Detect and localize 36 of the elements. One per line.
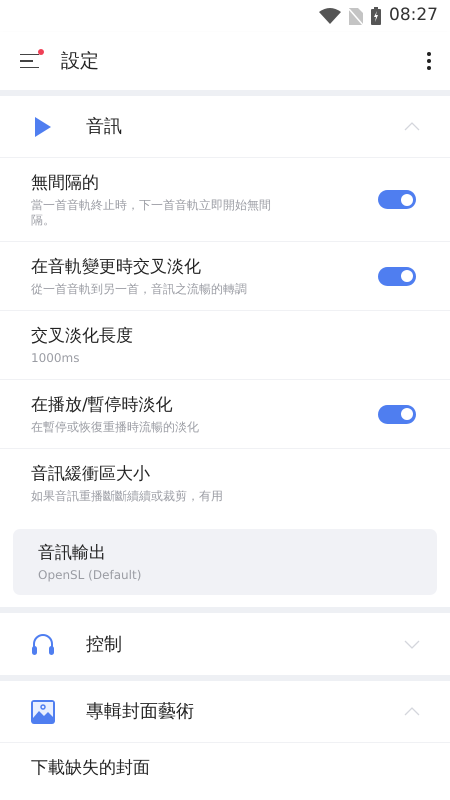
setting-title: 無間隔的: [31, 172, 100, 195]
setting-row[interactable]: 在音軌變更時交叉淡化 從一首音軌到另一首，音訊之流暢的轉調: [0, 242, 450, 311]
setting-title: 下載缺失的封面: [31, 757, 150, 780]
section-header[interactable]: 音訊: [0, 96, 450, 158]
play-icon: [34, 116, 52, 138]
setting-description: 當一首音軌終止時，下一首音軌立即開始無間隔。: [31, 198, 272, 228]
more-options-button[interactable]: [426, 52, 432, 70]
section-header[interactable]: 專輯封面藝術: [0, 681, 450, 743]
setting-title: 在播放/暫停時淡化: [31, 394, 174, 417]
no-sim-icon: [349, 8, 363, 24]
setting-description: 在暫停或恢復重播時流暢的淡化: [31, 420, 199, 435]
setting-description: OpenSL (Default): [38, 568, 142, 583]
section-header[interactable]: 控制: [0, 613, 450, 675]
image-icon: [31, 700, 55, 724]
menu-button[interactable]: [20, 51, 44, 71]
setting-row[interactable]: 交叉淡化長度 1000ms: [0, 311, 450, 380]
status-time: 08:27: [389, 4, 438, 28]
setting-row[interactable]: 下載缺失的封面: [0, 743, 450, 793]
page-title: 設定: [61, 48, 100, 74]
setting-title: 在音軌變更時交叉淡化: [31, 256, 202, 279]
battery-charging-icon: [371, 7, 381, 25]
setting-title: 交叉淡化長度: [31, 325, 133, 348]
setting-title: 音訊輸出: [38, 542, 107, 565]
setting-card[interactable]: 音訊輸出 OpenSL (Default): [13, 529, 437, 595]
setting-row[interactable]: 在播放/暫停時淡化 在暫停或恢復重播時流暢的淡化: [0, 380, 450, 449]
setting-row[interactable]: 音訊緩衝區大小 如果音訊重播斷斷續續或裁剪，有用: [0, 449, 450, 517]
wifi-icon: [319, 8, 341, 24]
toggle-switch[interactable]: [378, 266, 416, 286]
setting-row[interactable]: 無間隔的 當一首音軌終止時，下一首音軌立即開始無間隔。: [0, 158, 450, 242]
setting-description: 1000ms: [31, 351, 80, 366]
toggle-switch[interactable]: [378, 404, 416, 424]
toggle-switch[interactable]: [378, 190, 416, 209]
setting-description: 如果音訊重播斷斷續續或裁剪，有用: [31, 489, 223, 504]
setting-description: 從一首音軌到另一首，音訊之流暢的轉調: [31, 282, 247, 297]
headphones-icon: [31, 632, 55, 656]
setting-title: 音訊緩衝區大小: [31, 463, 151, 486]
